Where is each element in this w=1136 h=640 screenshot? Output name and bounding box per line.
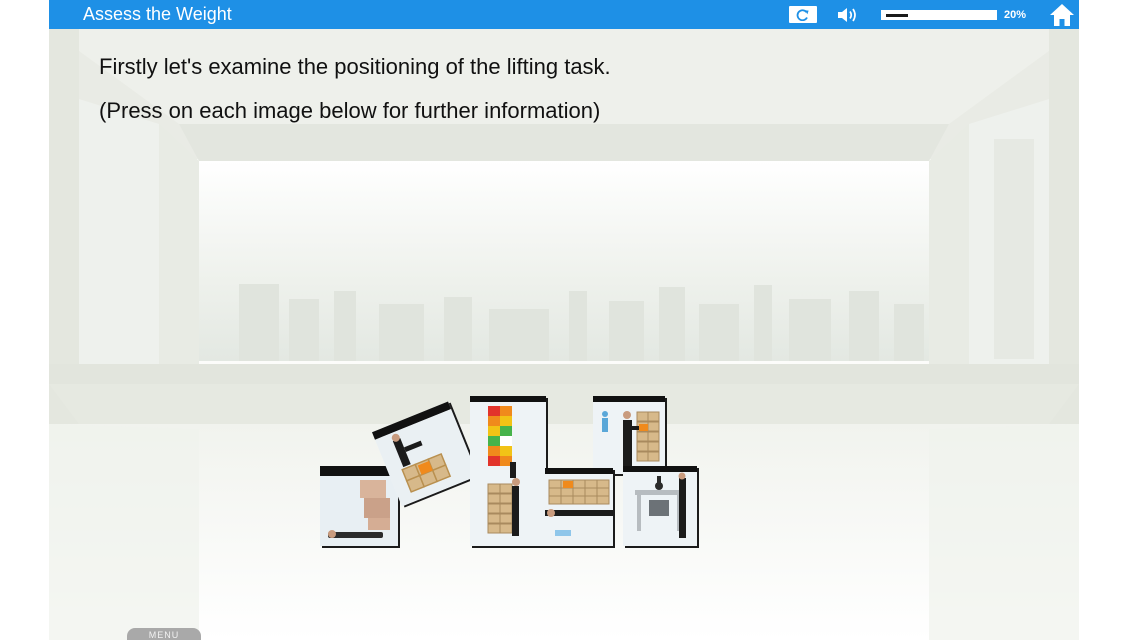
tile-height-zones-chart[interactable]: [470, 396, 546, 546]
tile-workstation-chair[interactable]: [623, 466, 697, 546]
menu-tab[interactable]: MENU: [127, 628, 201, 640]
tile-boxes-on-floor[interactable]: [320, 466, 398, 546]
tile-worker-boxes-shelf[interactable]: [593, 396, 665, 474]
course-stage: Assess the Weight 20% Firstly let's exam: [49, 0, 1079, 640]
lifting-position-tiles: [49, 0, 1079, 640]
tile-lifting-grid[interactable]: [545, 468, 613, 546]
